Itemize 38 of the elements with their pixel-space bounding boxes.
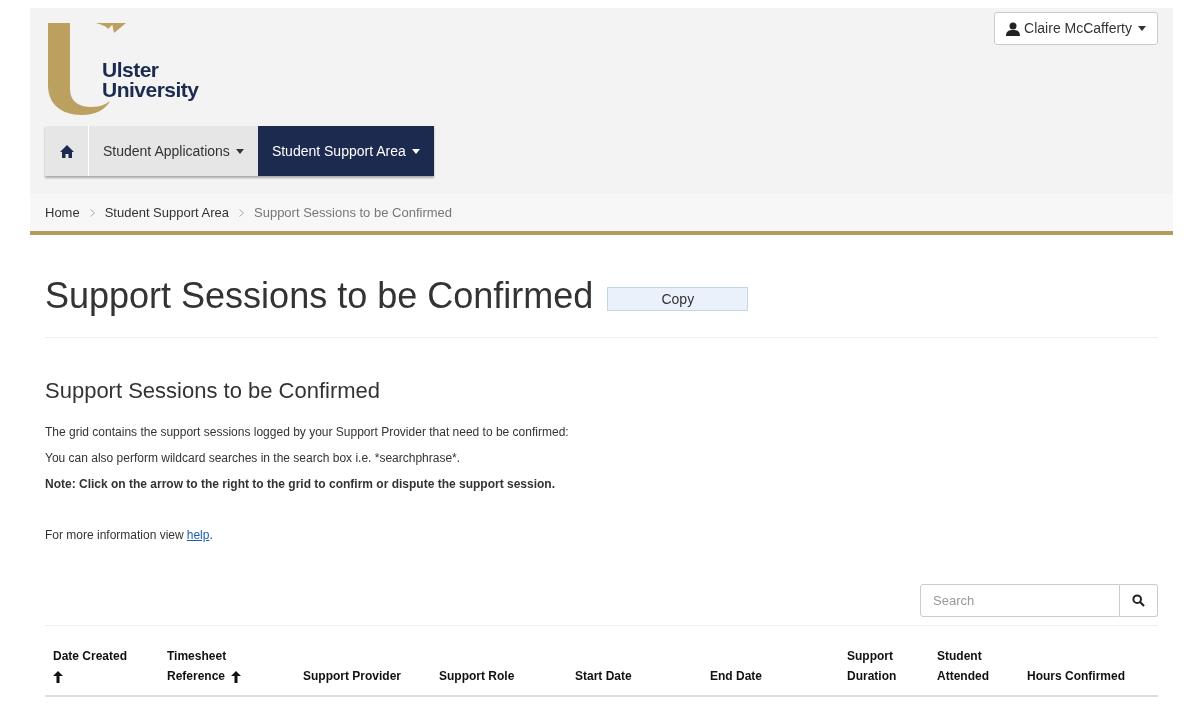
user-menu-button[interactable]: Claire McCafferty (994, 12, 1158, 45)
column-header[interactable]: Start Date (575, 666, 632, 686)
breadcrumb-current: Support Sessions to be Confirmed (254, 203, 452, 222)
chevron-separator-icon (89, 208, 95, 217)
column-header[interactable]: Hours Confirmed (1027, 666, 1125, 686)
chevron-separator-icon (239, 208, 244, 217)
breadcrumb-link[interactable]: Home (45, 202, 80, 223)
logo-text: Ulster (102, 60, 160, 80)
column-header[interactable]: Support Role (439, 666, 515, 686)
section-title: Support Sessions to be Confirmed (45, 378, 382, 404)
help-text-end: . (209, 527, 213, 544)
page-title: Support Sessions to be Confirmed (45, 275, 594, 317)
info-text: The grid contains the support sessions logged by your Support Provider that need to be confirmed: (45, 424, 570, 441)
column-header[interactable]: Support Provider (303, 666, 401, 686)
note-text: Note: Click on the arrow to the right to the grid to confirm or dispute the support session. (45, 476, 557, 493)
search-field[interactable]: Search (920, 584, 1120, 617)
column-header[interactable]: Timesheet Reference (167, 646, 242, 686)
caret-icon (235, 148, 244, 154)
info-text: You can also perform wildcard searches in the search box i.e. *searchphrase*. (45, 450, 462, 467)
breadcrumb-link[interactable]: Student Support Area (104, 202, 229, 223)
column-header[interactable]: End Date (710, 666, 762, 686)
column-header[interactable]: Student Attended (937, 646, 989, 686)
column-header[interactable]: Support Duration (847, 646, 897, 686)
sort-arrow-icon (53, 670, 63, 683)
home-tab[interactable] (45, 126, 89, 176)
nav-menu-tab[interactable]: Student Applications (89, 126, 258, 176)
caret-icon (411, 148, 420, 154)
logo-text: University (102, 80, 199, 100)
sort-arrow-icon (231, 670, 242, 683)
user-icon (1006, 21, 1021, 36)
caret-icon (1138, 26, 1146, 31)
nav-menu-tab[interactable]: Student Support Area (257, 126, 434, 176)
help-text: For more information view (45, 527, 184, 544)
copy-button[interactable]: Copy (607, 287, 749, 311)
search-icon (1132, 594, 1145, 607)
home-icon (59, 144, 74, 158)
column-header[interactable]: Date Created (53, 646, 128, 686)
search-button[interactable] (1120, 584, 1158, 617)
